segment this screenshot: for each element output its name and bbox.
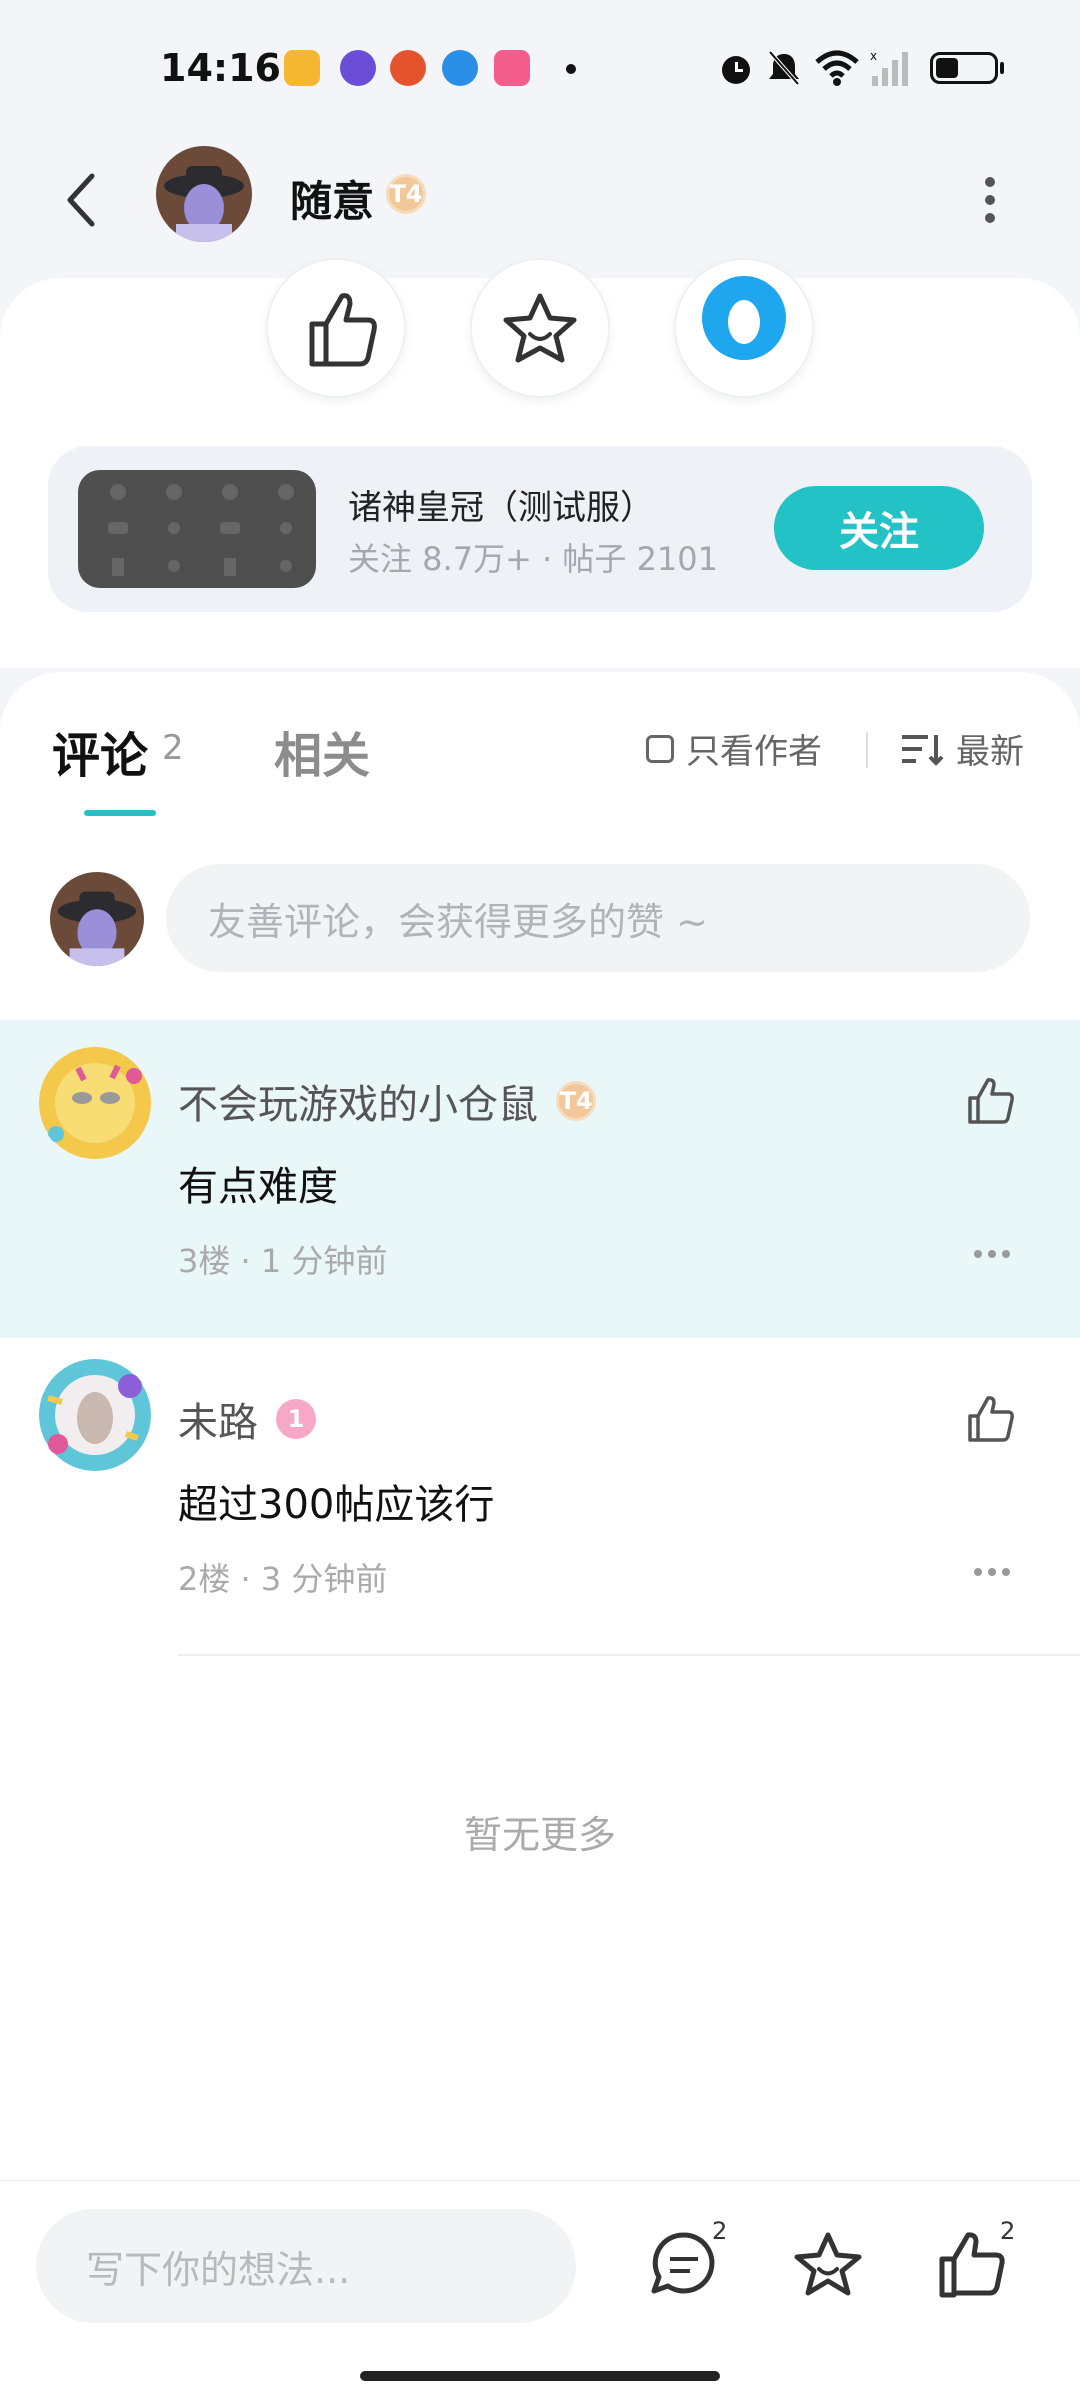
red-app-icon [390,50,426,86]
signal-icon: x [870,49,908,86]
status-time: 14:16 [160,46,281,90]
post-actions-card: 诸神皇冠（测试服） 关注 8.7万+ · 帖子 2101 关注 [0,258,1080,668]
forum-card[interactable]: 诸神皇冠（测试服） 关注 8.7万+ · 帖子 2101 关注 [48,446,1032,612]
tab-related[interactable]: 相关 [274,716,370,786]
forum-thumbnail [78,470,316,588]
divider [866,732,868,768]
comment-input[interactable]: 友善评论，会获得更多的赞 ~ [166,864,1030,972]
comment-item[interactable]: 未路 1 超过300帖应该行 2楼 · 3 分钟前 [0,1338,1080,1656]
thumbs-up-icon [309,293,377,367]
commenter-avatar[interactable] [38,1358,152,1472]
forum-name: 诸神皇冠（测试服） [348,488,654,528]
blue-app-icon [442,50,478,86]
comment-like-icon[interactable] [962,1392,1018,1448]
more-notifications-dot [566,64,576,74]
bottom-bar: 写下你的想法... 2 2 [0,2180,1080,2401]
commenter-avatar[interactable] [38,1046,152,1160]
checkbox-icon[interactable] [646,734,674,763]
home-indicator[interactable] [360,2371,720,2381]
comment-text: 有点难度 [178,1164,338,1210]
level-badge: T4 [386,174,426,214]
level-badge: 1 [276,1399,316,1439]
no-more-label: 暂无更多 [463,1813,616,1857]
like-count: 2 [1000,2217,1016,2245]
reply-input[interactable]: 写下你的想法... [36,2209,576,2323]
commenter-name[interactable]: 不会玩游戏的小仓鼠 [178,1072,538,1130]
alarm-icon [722,56,750,84]
battery-tip [1000,62,1004,74]
book-app-icon [284,50,320,86]
tab-comments[interactable]: 评论 [52,716,148,786]
only-author-toggle[interactable]: 只看作者 [646,724,822,773]
favorite-post-button[interactable] [470,258,610,398]
level-badge: T4 [556,1081,596,1121]
qq-icon [702,276,786,360]
author-avatar[interactable] [156,146,252,242]
commenter-name-row: 不会玩游戏的小仓鼠 T4 [178,1072,596,1130]
comment-like-icon[interactable] [962,1074,1018,1130]
only-author-label: 只看作者 [686,732,822,772]
share-qq-button[interactable] [674,258,814,398]
like-icon[interactable] [934,2227,1010,2303]
star-icon [503,293,577,363]
comment-icon[interactable] [646,2227,722,2303]
sort-label: 最新 [956,732,1024,772]
more-vertical-icon[interactable] [980,170,1000,230]
comment-meta: 3楼 · 1 分钟前 [178,1242,388,1280]
commenter-name[interactable]: 未路 [178,1390,258,1448]
list-divider [178,1654,1080,1656]
like-post-button[interactable] [266,258,406,398]
author-name[interactable]: 随意 [290,168,374,229]
comment-item[interactable]: 不会玩游戏的小仓鼠 T4 有点难度 3楼 · 1 分钟前 [0,1020,1080,1338]
back-arrow-icon[interactable] [58,170,108,230]
favorite-icon[interactable] [790,2227,866,2303]
commenter-name-row: 未路 1 [178,1390,316,1448]
wifi-icon [815,50,859,86]
my-avatar [50,872,144,966]
mute-icon [768,50,800,86]
comment-meta: 2楼 · 3 分钟前 [178,1560,388,1598]
bilibili-app-icon [494,50,530,86]
comment-count: 2 [712,2217,728,2245]
sort-icon [902,734,944,766]
sort-toggle[interactable]: 最新 [900,724,1024,773]
svg-text:x: x [870,49,877,63]
purple-app-icon [340,50,376,86]
post-header: 随意 T4 [0,130,1080,260]
battery-icon [930,52,998,84]
comments-count: 2 [162,728,184,768]
more-horizontal-icon[interactable] [972,1566,1012,1578]
comment-text: 超过300帖应该行 [178,1482,495,1528]
forum-stats: 关注 8.7万+ · 帖子 2101 [348,540,719,578]
status-bar: 14:16 x [0,0,1080,130]
active-tab-indicator [84,810,156,816]
comments-section: 评论 2 相关 只看作者 最新 友善评论，会获得更多的赞 ~ 不会玩游戏的小仓鼠… [0,672,1080,2180]
more-horizontal-icon[interactable] [972,1248,1012,1260]
follow-button[interactable]: 关注 [774,486,984,570]
